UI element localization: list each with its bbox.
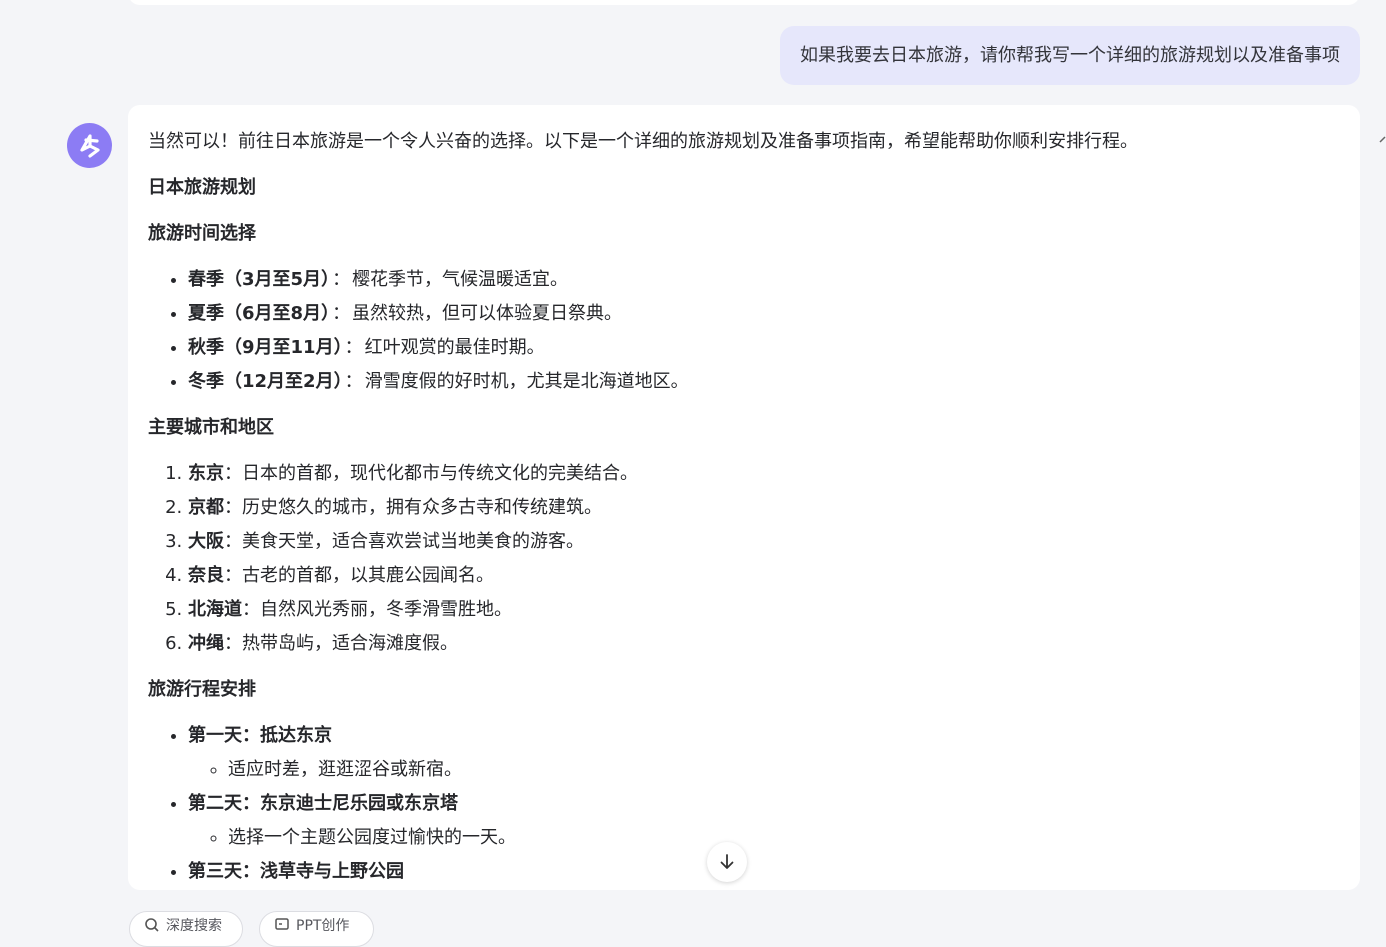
presentation-icon <box>274 917 290 933</box>
list-item: 东京：日本的首都，现代化都市与传统文化的完美结合。 <box>188 457 1338 491</box>
city-text: 美食天堂，适合喜欢尝试当地美食的游客。 <box>242 531 584 552</box>
previous-card-edge <box>128 0 1360 5</box>
arrow-down-icon <box>720 854 734 869</box>
list-item: 第二天：东京迪士尼乐园或东京塔 选择一个主题公园度过愉快的一天。 <box>188 787 1338 855</box>
list-item: 春季（3月至5月）：樱花季节，气候温暖适宜。 <box>188 263 1338 297</box>
city-list: 东京：日本的首都，现代化都市与传统文化的完美结合。 京都：历史悠久的城市，拥有众… <box>148 457 1338 661</box>
list-item: 京都：历史悠久的城市，拥有众多古寺和传统建筑。 <box>188 491 1338 525</box>
city-label: 冲绳 <box>188 633 224 654</box>
day-detail-list: 选择一个主题公园度过愉快的一天。 <box>188 821 1338 855</box>
answer-intro: 当然可以！前往日本旅游是一个令人兴奋的选择。以下是一个详细的旅游规划及准备事项指… <box>148 131 1138 152</box>
section-heading-cities: 主要城市和地区 <box>148 417 274 438</box>
day-title: 第一天：抵达东京 <box>188 725 332 746</box>
deep-search-button[interactable]: 深度搜索 <box>129 911 243 947</box>
list-item: 夏季（6月至8月）：虽然较热，但可以体验夏日祭典。 <box>188 297 1338 331</box>
city-label: 东京 <box>188 463 224 484</box>
section-heading-itinerary: 旅游行程安排 <box>148 679 256 700</box>
plan-title: 日本旅游规划 <box>148 177 256 198</box>
section-heading-time: 旅游时间选择 <box>148 223 256 244</box>
list-item: 北海道：自然风光秀丽，冬季滑雪胜地。 <box>188 593 1338 627</box>
assistant-avatar <box>67 123 112 168</box>
scroll-to-bottom-button[interactable] <box>707 842 747 882</box>
ppt-create-label: PPT创作 <box>296 918 350 934</box>
ppt-create-button[interactable]: PPT创作 <box>259 911 374 947</box>
season-text: 虽然较热，但可以体验夏日祭典。 <box>352 303 623 324</box>
season-label: 秋季（9月至11月） <box>188 337 343 358</box>
season-text: 滑雪度假的好时机，尤其是北海道地区。 <box>364 371 689 392</box>
list-item: 冬季（12月至2月）：滑雪度假的好时机，尤其是北海道地区。 <box>188 365 1338 399</box>
search-icon <box>144 917 160 933</box>
day-detail: 选择一个主题公园度过愉快的一天。 <box>228 821 1338 855</box>
list-item: 大阪：美食天堂，适合喜欢尝试当地美食的游客。 <box>188 525 1338 559</box>
answer-content: 当然可以！前往日本旅游是一个令人兴奋的选择。以下是一个详细的旅游规划及准备事项指… <box>148 125 1338 890</box>
city-text: 自然风光秀丽，冬季滑雪胜地。 <box>260 599 512 620</box>
assistant-logo-icon <box>79 133 100 158</box>
season-label: 夏季（6月至8月） <box>188 303 331 324</box>
list-item: 冲绳：热带岛屿，适合海滩度假。 <box>188 627 1338 661</box>
list-item: 第三天：浅草寺与上野公园 <box>188 855 1338 889</box>
list-item: 秋季（9月至11月）：红叶观赏的最佳时期。 <box>188 331 1338 365</box>
city-text: 古老的首都，以其鹿公园闻名。 <box>242 565 494 586</box>
city-label: 奈良 <box>188 565 224 586</box>
list-item: 奈良：古老的首都，以其鹿公园闻名。 <box>188 559 1338 593</box>
season-text: 红叶观赏的最佳时期。 <box>364 337 545 358</box>
day-title: 第三天：浅草寺与上野公园 <box>188 861 404 882</box>
city-label: 大阪 <box>188 531 224 552</box>
season-text: 樱花季节，气候温暖适宜。 <box>352 269 569 290</box>
day-detail: 适应时差，逛逛涩谷或新宿。 <box>228 753 1338 787</box>
list-item: 第一天：抵达东京 适应时差，逛逛涩谷或新宿。 <box>188 719 1338 787</box>
season-list: 春季（3月至5月）：樱花季节，气候温暖适宜。 夏季（6月至8月）：虽然较热，但可… <box>148 263 1338 399</box>
city-text: 日本的首都，现代化都市与传统文化的完美结合。 <box>242 463 638 484</box>
deep-search-label: 深度搜索 <box>166 918 222 934</box>
day-title: 第二天：东京迪士尼乐园或东京塔 <box>188 793 458 814</box>
assistant-answer-card: 当然可以！前往日本旅游是一个令人兴奋的选择。以下是一个详细的旅游规划及准备事项指… <box>128 105 1360 890</box>
day-detail-list: 适应时差，逛逛涩谷或新宿。 <box>188 753 1338 787</box>
city-text: 历史悠久的城市，拥有众多古寺和传统建筑。 <box>242 497 602 518</box>
user-message-bubble: 如果我要去日本旅游，请你帮我写一个详细的旅游规划以及准备事项 <box>780 26 1360 85</box>
season-label: 春季（3月至5月） <box>188 269 331 290</box>
collapse-chevron-icon[interactable] <box>1378 131 1386 147</box>
city-label: 北海道 <box>188 599 242 620</box>
city-label: 京都 <box>188 497 224 518</box>
city-text: 热带岛屿，适合海滩度假。 <box>242 633 458 654</box>
season-label: 冬季（12月至2月） <box>188 371 343 392</box>
